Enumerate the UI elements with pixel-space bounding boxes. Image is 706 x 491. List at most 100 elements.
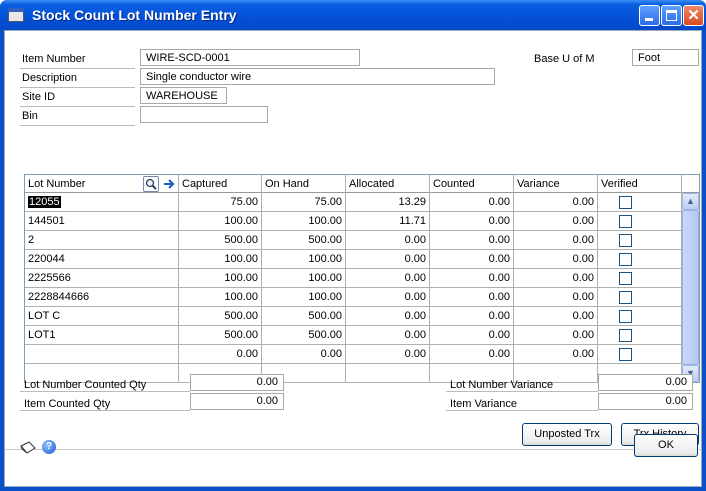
scroll-up-button[interactable]: ▲	[682, 193, 699, 210]
captured-cell[interactable]: 100.00	[179, 212, 262, 230]
lot-number-cell[interactable]: 2225566	[25, 269, 179, 287]
counted-cell[interactable]: 0.00	[430, 269, 514, 287]
on-hand-cell[interactable]: 100.00	[262, 250, 346, 268]
allocated-cell[interactable]: 11.71	[346, 212, 430, 230]
counted-cell[interactable]: 0.00	[430, 345, 514, 363]
table-row[interactable]: LOT C 500.00 500.00 0.00 0.00 0.00	[25, 307, 682, 326]
table-row[interactable]: 0.00 0.00 0.00 0.00 0.00	[25, 345, 682, 364]
table-row[interactable]: 220044 100.00 100.00 0.00 0.00 0.00	[25, 250, 682, 269]
counted-cell[interactable]: 0.00	[430, 307, 514, 325]
verified-checkbox[interactable]	[619, 253, 632, 266]
col-variance: Variance	[514, 175, 598, 193]
on-hand-cell[interactable]: 100.00	[262, 288, 346, 306]
verified-checkbox[interactable]	[619, 272, 632, 285]
captured-cell[interactable]: 100.00	[179, 288, 262, 306]
scroll-thumb[interactable]	[682, 210, 699, 365]
on-hand-cell[interactable]: 0.00	[262, 345, 346, 363]
lot-number-cell[interactable]: 220044	[25, 250, 179, 268]
on-hand-cell[interactable]: 500.00	[262, 326, 346, 344]
counted-cell[interactable]: 0.00	[430, 326, 514, 344]
variance-cell[interactable]: 0.00	[514, 193, 598, 211]
allocated-cell[interactable]: 0.00	[346, 345, 430, 363]
allocated-cell[interactable]: 13.29	[346, 193, 430, 211]
counted-cell[interactable]: 0.00	[430, 288, 514, 306]
on-hand-cell[interactable]: 500.00	[262, 307, 346, 325]
verified-checkbox[interactable]	[619, 310, 632, 323]
close-button[interactable]: ✕	[683, 5, 704, 26]
table-row[interactable]: LOT1 500.00 500.00 0.00 0.00 0.00	[25, 326, 682, 345]
grid-scrollbar[interactable]: ▲ ▼	[682, 193, 699, 382]
divider	[20, 125, 135, 126]
allocated-cell[interactable]: 0.00	[346, 269, 430, 287]
item-number-field[interactable]: WIRE-SCD-0001	[140, 49, 360, 66]
on-hand-cell[interactable]: 100.00	[262, 212, 346, 230]
captured-cell[interactable]: 75.00	[179, 193, 262, 211]
allocated-cell[interactable]: 0.00	[346, 231, 430, 249]
verified-checkbox[interactable]	[619, 329, 632, 342]
counted-cell[interactable]: 0.00	[430, 193, 514, 211]
variance-cell[interactable]: 0.00	[514, 288, 598, 306]
divider	[20, 391, 190, 392]
verified-checkbox[interactable]	[619, 234, 632, 247]
title-bar[interactable]: Stock Count Lot Number Entry ✕	[0, 0, 706, 30]
allocated-cell[interactable]: 0.00	[346, 288, 430, 306]
variance-cell[interactable]: 0.00	[514, 345, 598, 363]
divider	[20, 68, 135, 69]
grid-header: Lot Number Captured On Hand Allocated Co…	[25, 175, 699, 193]
captured-cell[interactable]: 500.00	[179, 326, 262, 344]
variance-cell[interactable]: 0.00	[514, 307, 598, 325]
lot-number-cell[interactable]: LOT C	[25, 307, 179, 325]
verified-checkbox[interactable]	[619, 348, 632, 361]
lot-number-cell[interactable]: 144501	[25, 212, 179, 230]
table-row[interactable]: 2 500.00 500.00 0.00 0.00 0.00	[25, 231, 682, 250]
on-hand-cell[interactable]: 500.00	[262, 231, 346, 249]
lot-number-cell[interactable]: 12055	[25, 193, 179, 211]
captured-cell[interactable]: 0.00	[179, 345, 262, 363]
verified-checkbox[interactable]	[619, 215, 632, 228]
variance-cell[interactable]: 0.00	[514, 250, 598, 268]
table-row[interactable]: 12055 75.00 75.00 13.29 0.00 0.00	[25, 193, 682, 212]
variance-cell[interactable]: 0.00	[514, 231, 598, 249]
captured-cell[interactable]: 100.00	[179, 250, 262, 268]
arrow-right-icon[interactable]	[162, 176, 176, 192]
magnifier-icon[interactable]	[143, 176, 159, 192]
verified-cell	[598, 269, 682, 287]
allocated-cell[interactable]	[346, 364, 430, 382]
variance-cell[interactable]: 0.00	[514, 326, 598, 344]
lot-number-cell[interactable]: LOT1	[25, 326, 179, 344]
ok-button[interactable]: OK	[634, 434, 698, 457]
table-row[interactable]: 2225566 100.00 100.00 0.00 0.00 0.00	[25, 269, 682, 288]
captured-cell[interactable]: 100.00	[179, 269, 262, 287]
counted-cell[interactable]: 0.00	[430, 250, 514, 268]
site-id-field[interactable]: WAREHOUSE	[140, 87, 227, 104]
minimize-button[interactable]	[639, 5, 660, 26]
allocated-cell[interactable]: 0.00	[346, 250, 430, 268]
maximize-button[interactable]	[661, 5, 682, 26]
on-hand-cell[interactable]: 75.00	[262, 193, 346, 211]
counted-cell[interactable]: 0.00	[430, 212, 514, 230]
col-lot-number[interactable]: Lot Number	[25, 175, 179, 193]
allocated-cell[interactable]: 0.00	[346, 307, 430, 325]
lot-variance-label: Lot Number Variance	[450, 379, 554, 391]
captured-cell[interactable]: 500.00	[179, 231, 262, 249]
table-row[interactable]: 144501 100.00 100.00 11.71 0.00 0.00	[25, 212, 682, 231]
help-icon[interactable]: ?	[42, 440, 56, 454]
counted-cell[interactable]: 0.00	[430, 231, 514, 249]
base-uom-field[interactable]: Foot	[632, 49, 699, 66]
verified-checkbox[interactable]	[619, 291, 632, 304]
note-icon[interactable]	[19, 440, 37, 456]
on-hand-cell[interactable]: 100.00	[262, 269, 346, 287]
lot-number-cell[interactable]: 2228844666	[25, 288, 179, 306]
bin-field[interactable]	[140, 106, 268, 123]
allocated-cell[interactable]: 0.00	[346, 326, 430, 344]
verified-checkbox[interactable]	[619, 196, 632, 209]
variance-cell[interactable]: 0.00	[514, 212, 598, 230]
unposted-trx-button[interactable]: Unposted Trx	[522, 423, 612, 446]
table-row[interactable]: 2228844666 100.00 100.00 0.00 0.00 0.00	[25, 288, 682, 307]
captured-cell[interactable]: 500.00	[179, 307, 262, 325]
dialog-body: Item Number WIRE-SCD-0001 Description Si…	[4, 30, 702, 487]
lot-number-cell[interactable]	[25, 345, 179, 363]
variance-cell[interactable]: 0.00	[514, 269, 598, 287]
description-field[interactable]: Single conductor wire	[140, 68, 495, 85]
lot-number-cell[interactable]: 2	[25, 231, 179, 249]
